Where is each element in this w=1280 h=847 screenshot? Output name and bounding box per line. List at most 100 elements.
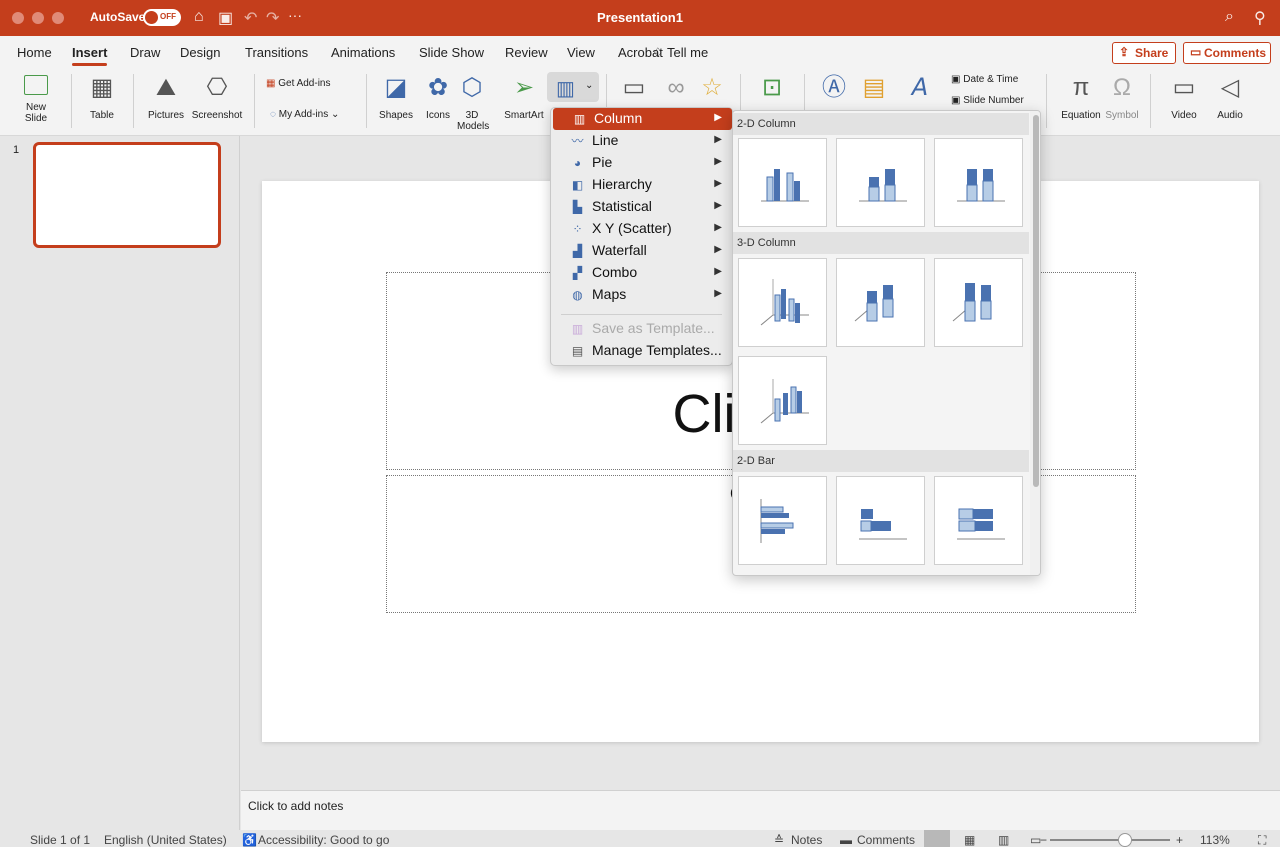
globe-icon: ◍ [572, 288, 583, 302]
menu-item-combo[interactable]: ▞ Combo ▶ [551, 262, 732, 284]
slide-sorter-icon[interactable]: ▦ [964, 833, 975, 847]
my-addins-button[interactable]: ◌ My Add-ins ⌄ [270, 109, 339, 120]
action-button[interactable]: ☆ [698, 74, 726, 102]
menu-item-waterfall[interactable]: ▟ Waterfall ▶ [551, 240, 732, 262]
menu-item-label: Maps [592, 286, 627, 302]
tab-design[interactable]: Design [180, 45, 220, 60]
video-button[interactable]: ▭ Video [1164, 74, 1204, 121]
comments-button[interactable]: ▭ Comments [1183, 42, 1271, 64]
omega-icon: Ω [1113, 74, 1131, 101]
link-button[interactable]: ∞ [660, 74, 692, 102]
fit-slide-icon[interactable]: ⛶ [1258, 833, 1266, 847]
menu-item-scatter[interactable]: ⁘ X Y (Scatter) ▶ [551, 218, 732, 240]
audio-label: Audio [1217, 110, 1243, 121]
comments-icon: ▬ [840, 833, 852, 847]
submenu-arrow-icon: ▶ [714, 112, 722, 123]
menu-item-column[interactable]: ▥ Column ▶ [553, 108, 732, 130]
new-slide-label-2: Slide [24, 113, 48, 124]
menu-item-manage-templates[interactable]: ▤ Manage Templates... [551, 340, 732, 362]
3d-100-stacked-column-option[interactable] [934, 258, 1023, 347]
symbol-button[interactable]: Ω Symbol [1102, 74, 1142, 121]
3d-models-label-1: 3D [465, 110, 479, 121]
tab-transitions[interactable]: Transitions [245, 45, 308, 60]
menu-item-maps[interactable]: ◍ Maps ▶ [551, 284, 732, 306]
tab-home[interactable]: Home [17, 45, 52, 60]
language-indicator[interactable]: English (United States) [104, 833, 227, 847]
account-icon[interactable]: ⚲ [1254, 8, 1266, 28]
share-button[interactable]: ⇪ Share [1112, 42, 1176, 64]
audio-button[interactable]: ◁ Audio [1210, 74, 1250, 121]
wordart-icon: 𝘈 [911, 74, 929, 101]
pictures-button[interactable]: ⛰ Pictures [144, 74, 188, 121]
new-slide-button[interactable]: New Slide [16, 74, 56, 124]
tab-view[interactable]: View [567, 45, 595, 60]
tab-slide-show[interactable]: Slide Show [419, 45, 484, 60]
table-button[interactable]: ▦ Table [80, 74, 124, 121]
chart-button[interactable]: ▥ ⌄ [547, 72, 599, 102]
pi-icon: π [1072, 74, 1090, 101]
100-stacked-bar-option[interactable] [934, 476, 1023, 565]
date-time-button[interactable]: ▣ Date & Time [951, 74, 1018, 85]
shapes-button[interactable]: ◪ Shapes [376, 74, 416, 121]
column-chart-icon: ▥ [573, 112, 586, 126]
notes-toggle[interactable]: Notes [791, 833, 822, 847]
menu-item-hierarchy[interactable]: ◧ Hierarchy ▶ [551, 174, 732, 196]
search-icon[interactable]: ⌕ [1225, 8, 1234, 26]
tell-me-field[interactable]: ♢ Tell me [652, 45, 708, 61]
100-stacked-bar-icon [957, 508, 1005, 540]
ribbon-divider [254, 74, 255, 128]
slide-thumbnail[interactable] [33, 142, 221, 248]
ribbon-divider [1046, 74, 1047, 128]
notes-pane[interactable]: Click to add notes [241, 790, 1280, 830]
equation-button[interactable]: π Equation [1056, 74, 1106, 121]
text-box-button[interactable]: Ⓐ [816, 74, 852, 102]
clustered-bar-option[interactable] [738, 476, 827, 565]
gallery-section-3d-column: 3-D Column [733, 232, 1029, 254]
gallery-scrollbar-thumb[interactable] [1033, 115, 1039, 487]
document-title: Presentation1 [597, 10, 683, 25]
menu-item-pie[interactable]: ◕ Pie ▶ [551, 152, 732, 174]
normal-view-button[interactable] [924, 830, 950, 847]
slide-number-label: Slide Number [963, 95, 1024, 106]
chart-icon: ▥ [556, 78, 575, 100]
reading-view-icon[interactable]: ▥ [998, 833, 1009, 847]
3d-stacked-column-option[interactable] [836, 258, 925, 347]
text-box-dropdown[interactable]: ▭ [614, 74, 654, 102]
tab-review[interactable]: Review [505, 45, 548, 60]
accessibility-status[interactable]: Accessibility: Good to go [258, 833, 389, 847]
zoom-in-button[interactable]: + [1176, 833, 1183, 847]
slide-number-button[interactable]: ▣ Slide Number [951, 95, 1024, 106]
3d-models-button[interactable]: ⬡ 3D Models [457, 74, 489, 132]
screenshot-button[interactable]: ⎔ Screenshot [189, 74, 245, 121]
menu-item-line[interactable]: 〰 Line ▶ [551, 130, 732, 152]
get-addins-button[interactable]: ▦ Get Add-ins [266, 78, 331, 89]
smartart-button[interactable]: ➢ SmartArt [500, 74, 548, 121]
gallery-scrollbar[interactable] [1030, 111, 1040, 575]
share-label: Share [1135, 46, 1169, 60]
3d-column-option[interactable] [738, 356, 827, 445]
icons-button[interactable]: ✿ Icons [420, 74, 456, 121]
comments-toggle[interactable]: Comments [857, 833, 915, 847]
tab-animations[interactable]: Animations [331, 45, 395, 60]
statistical-chart-icon: ▙ [572, 200, 583, 214]
menu-item-statistical[interactable]: ▙ Statistical ▶ [551, 196, 732, 218]
3d-column-icon [760, 379, 809, 424]
line-chart-icon: 〰 [571, 134, 584, 148]
header-footer-button[interactable]: ▤ [856, 74, 892, 102]
new-comment-button[interactable]: ⊡ [754, 74, 790, 102]
zoom-out-button[interactable]: − [1040, 833, 1047, 847]
stacked-column-option[interactable] [836, 138, 925, 227]
zoom-level[interactable]: 113% [1200, 833, 1230, 847]
tab-draw[interactable]: Draw [130, 45, 160, 60]
stacked-bar-option[interactable] [836, 476, 925, 565]
zoom-slider-knob[interactable] [1118, 833, 1132, 847]
waterfall-chart-icon: ▟ [572, 244, 583, 258]
link-icon: ∞ [667, 74, 685, 101]
3d-clustered-column-option[interactable] [738, 258, 827, 347]
clustered-column-option[interactable] [738, 138, 827, 227]
tab-insert[interactable]: Insert [72, 45, 108, 66]
zoom-slider[interactable] [1050, 839, 1170, 841]
100-stacked-column-option[interactable] [934, 138, 1023, 227]
video-label: Video [1171, 110, 1197, 121]
wordart-button[interactable]: 𝘈 [898, 74, 942, 102]
